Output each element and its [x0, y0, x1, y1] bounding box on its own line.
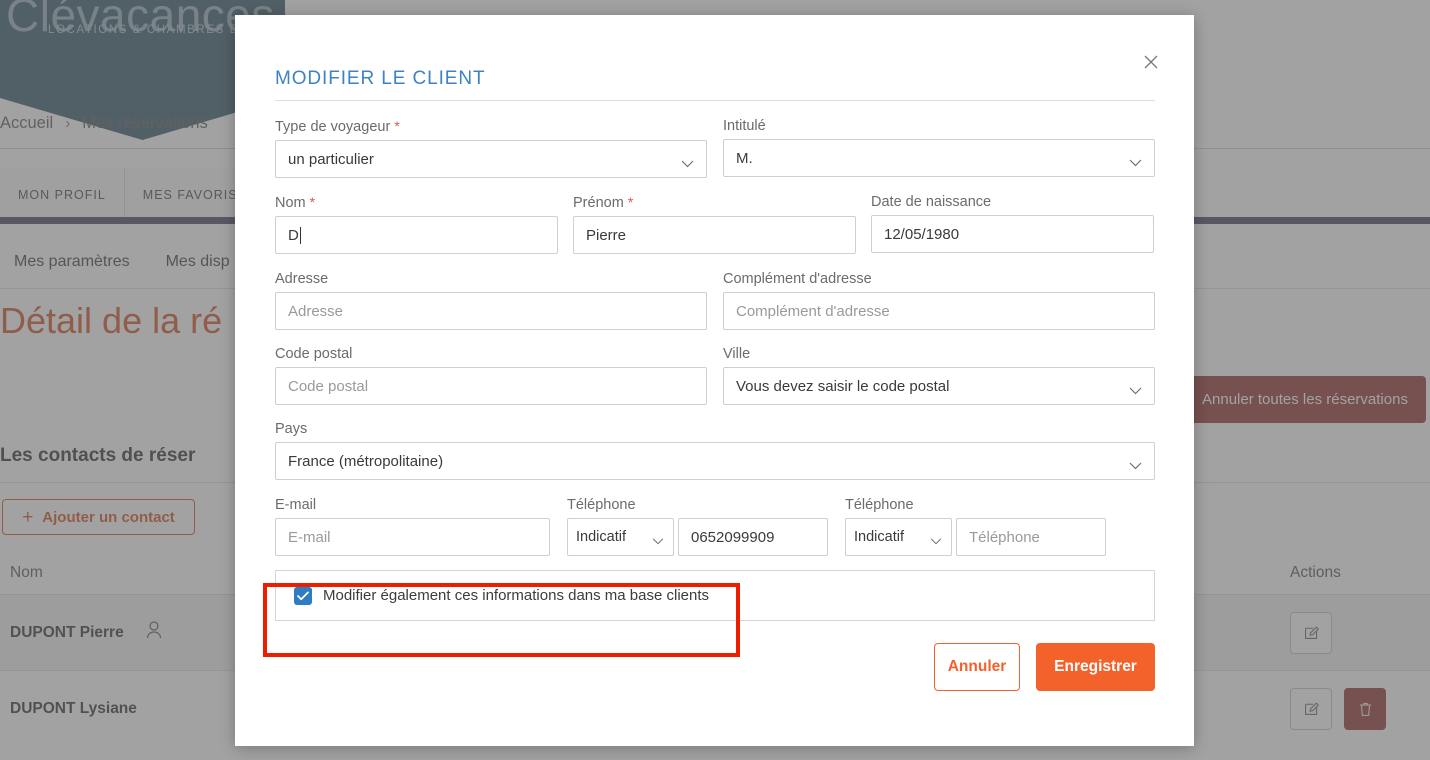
- input-adresse[interactable]: Adresse: [275, 292, 707, 330]
- input-email-placeholder: E-mail: [288, 528, 331, 546]
- text-cursor: [299, 226, 301, 244]
- update-client-database-label: Modifier également ces informations dans…: [323, 587, 710, 604]
- chevron-down-icon: [1129, 457, 1142, 470]
- input-complement-adresse-placeholder: Complément d'adresse: [736, 302, 890, 320]
- update-client-database-checkbox[interactable]: [294, 586, 312, 605]
- field-telephone-2-number: Téléphone: [956, 497, 1106, 556]
- select-ville-value: Vous devez saisir le code postal: [736, 377, 950, 395]
- select-indicatif-1-value: Indicatif: [576, 529, 626, 545]
- input-date-de-naissance-value: 12/05/1980: [884, 225, 960, 243]
- label-complement-adresse: Complément d'adresse: [723, 271, 872, 287]
- input-nom[interactable]: D: [275, 216, 558, 254]
- select-intitule-value: M.: [736, 149, 753, 167]
- modal-title: MODIFIER LE CLIENT: [275, 68, 486, 89]
- modal-title-divider: [275, 100, 1155, 101]
- input-telephone-1[interactable]: 0652099909: [678, 518, 828, 556]
- chevron-down-icon: [1129, 382, 1142, 395]
- chevron-down-icon: [652, 533, 665, 545]
- field-telephone-1-number: 0652099909: [678, 497, 828, 556]
- close-icon[interactable]: [1138, 49, 1164, 75]
- label-type-de-voyageur: Type de voyageur *: [275, 118, 400, 135]
- select-type-de-voyageur-value: un particulier: [288, 150, 374, 168]
- chevron-down-icon: [930, 533, 943, 545]
- input-code-postal[interactable]: Code postal: [275, 367, 707, 405]
- select-intitule[interactable]: M.: [723, 139, 1155, 177]
- input-code-postal-placeholder: Code postal: [288, 377, 369, 395]
- input-telephone-2-placeholder: Téléphone: [969, 528, 1040, 546]
- input-nom-value: D: [288, 226, 299, 244]
- page-root: Clévacances LOCATIONS & CHAMBRES D'HÔTES…: [0, 0, 1430, 760]
- update-client-database-row: Modifier également ces informations dans…: [275, 570, 1155, 621]
- chevron-down-icon: [1129, 154, 1142, 167]
- field-adresse: Adresse Adresse: [275, 271, 707, 330]
- field-pays: Pays France (métropolitaine): [275, 421, 1155, 480]
- field-date-de-naissance: Date de naissance 12/05/1980: [871, 194, 1154, 254]
- label-telephone-2: Téléphone: [845, 497, 914, 513]
- save-button[interactable]: Enregistrer: [1036, 643, 1155, 691]
- input-prenom[interactable]: Pierre: [573, 216, 856, 254]
- label-date-de-naissance: Date de naissance: [871, 194, 992, 210]
- field-telephone-1-indicatif: Téléphone Indicatif: [567, 497, 674, 556]
- modal-body: Type de voyageur * un particulier Intitu…: [275, 118, 1155, 691]
- label-code-postal: Code postal: [275, 346, 353, 362]
- field-ville: Ville Vous devez saisir le code postal: [723, 346, 1155, 405]
- label-telephone-1: Téléphone: [567, 497, 636, 513]
- field-complement-adresse: Complément d'adresse Complément d'adress…: [723, 271, 1155, 330]
- select-ville[interactable]: Vous devez saisir le code postal: [723, 367, 1155, 405]
- cancel-button[interactable]: Annuler: [934, 643, 1020, 691]
- input-prenom-value: Pierre: [586, 226, 627, 244]
- label-ville: Ville: [723, 346, 751, 362]
- label-pays: Pays: [275, 421, 308, 437]
- select-indicatif-2[interactable]: Indicatif: [845, 518, 952, 556]
- label-email: E-mail: [275, 497, 317, 513]
- field-intitule: Intitulé M.: [723, 118, 1155, 178]
- field-code-postal: Code postal Code postal: [275, 346, 707, 405]
- required-asterisk: *: [627, 194, 634, 210]
- field-prenom: Prénom * Pierre: [573, 194, 856, 254]
- input-telephone-1-value: 0652099909: [691, 528, 775, 546]
- required-asterisk: *: [309, 194, 316, 210]
- label-prenom: Prénom *: [573, 194, 634, 211]
- field-telephone-2-indicatif: Téléphone Indicatif: [845, 497, 952, 556]
- input-adresse-placeholder: Adresse: [288, 302, 344, 320]
- select-pays[interactable]: France (métropolitaine): [275, 442, 1155, 480]
- input-complement-adresse[interactable]: Complément d'adresse: [723, 292, 1155, 330]
- label-intitule: Intitulé: [723, 118, 766, 134]
- label-telephone-2-spacer: [956, 497, 1106, 513]
- label-adresse: Adresse: [275, 271, 329, 287]
- select-indicatif-2-value: Indicatif: [854, 529, 904, 545]
- select-type-de-voyageur[interactable]: un particulier: [275, 140, 707, 178]
- input-email[interactable]: E-mail: [275, 518, 550, 556]
- label-telephone-1-spacer: [678, 497, 828, 513]
- field-nom: Nom * D: [275, 194, 558, 254]
- field-email: E-mail E-mail: [275, 497, 550, 556]
- modifier-le-client-modal: MODIFIER LE CLIENT Type de voyageur * un…: [235, 15, 1194, 746]
- required-asterisk: *: [394, 118, 400, 134]
- select-indicatif-1[interactable]: Indicatif: [567, 518, 674, 556]
- chevron-down-icon: [681, 155, 694, 168]
- field-type-de-voyageur: Type de voyageur * un particulier: [275, 118, 707, 178]
- label-nom: Nom *: [275, 194, 316, 211]
- input-telephone-2[interactable]: Téléphone: [956, 518, 1106, 556]
- modal-actions: Annuler Enregistrer: [275, 643, 1155, 691]
- input-date-de-naissance[interactable]: 12/05/1980: [871, 215, 1154, 253]
- select-pays-value: France (métropolitaine): [288, 452, 444, 470]
